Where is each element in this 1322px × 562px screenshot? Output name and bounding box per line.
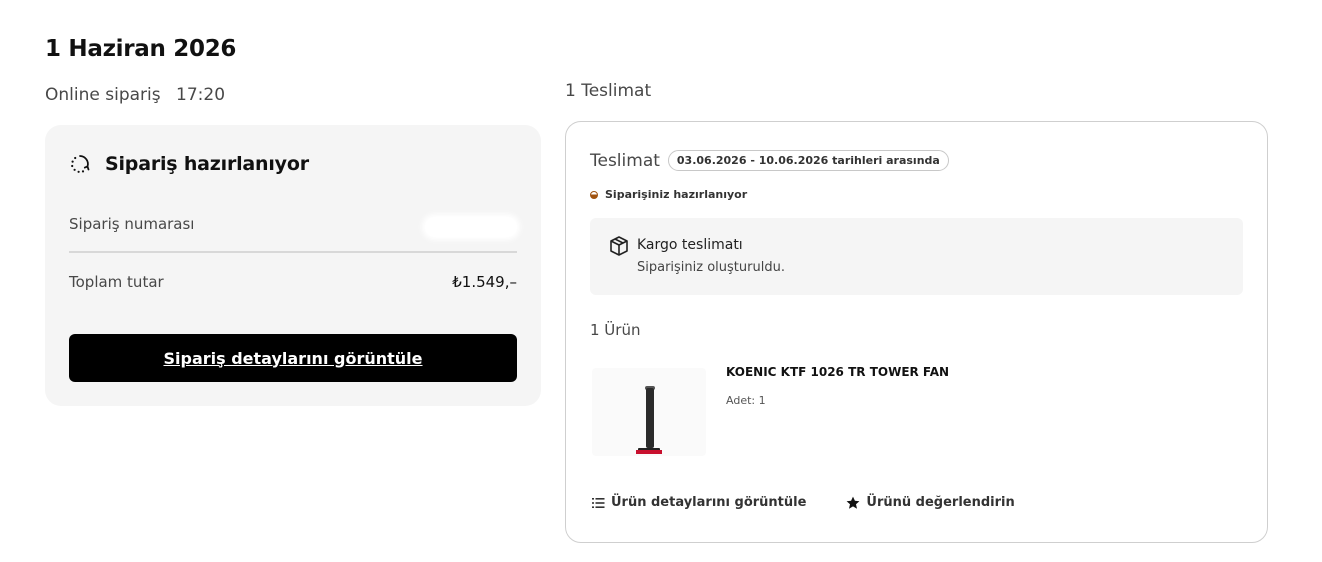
status-title: Sipariş hazırlanıyor [105, 153, 309, 175]
product-actions: Ürün detaylarını görüntüle Ürünü değerle… [592, 495, 1015, 510]
product-details-label: Ürün detaylarını görüntüle [611, 495, 807, 510]
loading-spinner-icon [69, 153, 91, 175]
delivery-count: 1 Teslimat [565, 81, 652, 101]
total-row: Toplam tutar ₺1.549,– [69, 273, 517, 291]
delivery-status: Siparişiniz hazırlanıyor [590, 188, 747, 201]
order-details-button[interactable]: Sipariş detaylarını görüntüle [69, 334, 517, 382]
cargo-title: Kargo teslimatı [637, 237, 743, 253]
order-number-label: Sipariş numarası [69, 215, 195, 233]
status-dot-icon [590, 190, 598, 199]
order-time: 17:20 [176, 85, 226, 105]
order-meta: Online sipariş 17:20 [45, 85, 225, 105]
package-box-icon [608, 235, 630, 257]
delivery-header: Teslimat 03.06.2026 - 10.06.2026 tarihle… [590, 150, 949, 171]
order-number-redacted [425, 217, 517, 237]
fan-badge-shape [636, 450, 662, 454]
delivery-card: Teslimat 03.06.2026 - 10.06.2026 tarihle… [565, 121, 1268, 543]
status-header: Sipariş hazırlanıyor [69, 153, 309, 175]
order-date-title: 1 Haziran 2026 [45, 36, 237, 62]
delivery-label: Teslimat [590, 150, 660, 171]
cargo-subtitle: Siparişiniz oluşturuldu. [637, 260, 785, 275]
order-type: Online sipariş [45, 85, 161, 105]
product-details-link[interactable]: Ürün detaylarını görüntüle [592, 495, 806, 510]
order-status-card: Sipariş hazırlanıyor Sipariş numarası To… [45, 125, 541, 406]
star-icon [847, 496, 860, 509]
delivery-date-badge: 03.06.2026 - 10.06.2026 tarihleri arasın… [667, 150, 949, 171]
review-product-link[interactable]: Ürünü değerlendirin [846, 495, 1015, 510]
order-number-row: Sipariş numarası [69, 215, 517, 253]
total-value: ₺1.549,– [452, 273, 517, 291]
review-product-label: Ürünü değerlendirin [866, 495, 1015, 510]
delivery-status-text: Siparişiniz hazırlanıyor [605, 188, 748, 201]
product-quantity: Adet: 1 [726, 394, 766, 407]
total-label: Toplam tutar [69, 273, 164, 291]
product-count: 1 Ürün [590, 321, 641, 339]
fan-body-shape [646, 388, 654, 448]
cargo-delivery-box: Kargo teslimatı Siparişiniz oluşturuldu. [590, 218, 1243, 295]
product-image[interactable] [592, 368, 706, 456]
list-icon [592, 497, 605, 508]
product-name[interactable]: KOENIC KTF 1026 TR TOWER FAN [726, 365, 949, 379]
order-page: 1 Haziran 2026 Online sipariş 17:20 Sipa… [0, 0, 1322, 562]
